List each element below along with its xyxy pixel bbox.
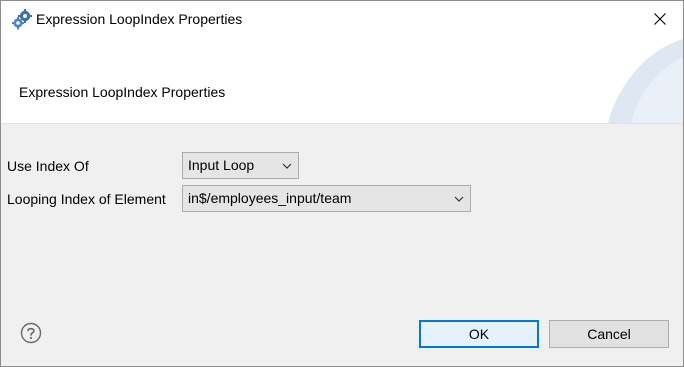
title-bar: Expression LoopIndex Properties (1, 1, 683, 39)
ok-button[interactable]: OK (419, 320, 539, 348)
looping-index-dropdown[interactable]: in$/employees_input/team (182, 185, 471, 212)
chevron-down-icon (454, 186, 464, 211)
banner-title: Expression LoopIndex Properties (19, 84, 226, 100)
close-button[interactable] (637, 1, 683, 39)
dialog-banner: Expression LoopIndex Properties (1, 39, 683, 124)
looping-index-label: Looping Index of Element (7, 191, 166, 207)
use-index-of-label: Use Index Of (7, 158, 89, 174)
banner-decoration (608, 39, 683, 123)
ok-label: OK (468, 326, 490, 342)
properties-dialog: Expression LoopIndex Properties Expressi… (0, 0, 684, 367)
window-title: Expression LoopIndex Properties (36, 11, 243, 27)
chevron-down-icon (282, 153, 292, 178)
close-icon (654, 12, 666, 28)
cancel-label: Cancel (587, 326, 631, 342)
cancel-button[interactable]: Cancel (549, 320, 669, 348)
use-index-of-value: Input Loop (188, 157, 255, 173)
help-icon[interactable] (20, 322, 42, 344)
use-index-of-dropdown[interactable]: Input Loop (182, 152, 299, 179)
gears-icon (11, 9, 33, 31)
looping-index-value: in$/employees_input/team (188, 190, 352, 206)
